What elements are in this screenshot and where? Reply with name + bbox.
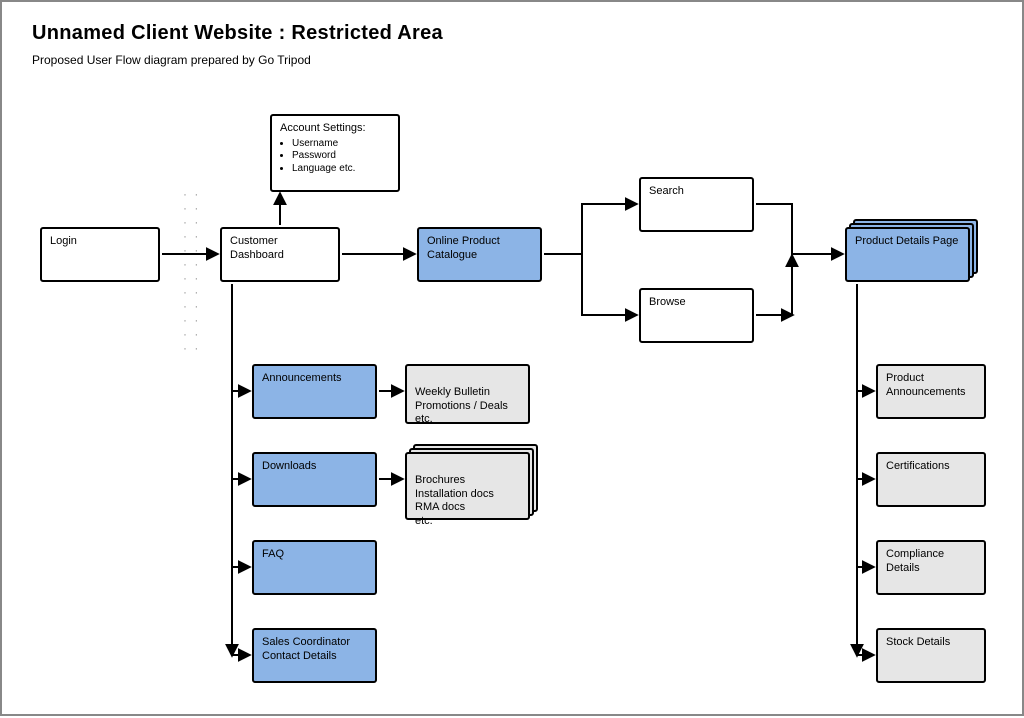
list-item: Language etc.	[292, 163, 390, 176]
box-downloads: Downloads	[252, 452, 377, 507]
box-label: Online Product Catalogue	[427, 235, 500, 261]
box-login: Login	[40, 227, 160, 282]
page-title: Unnamed Client Website : Restricted Area	[32, 22, 992, 45]
box-announcements: Announcements	[252, 364, 377, 419]
divider-dots: · ·· ·· ·· ·· ·· ·· ·· ·· ·· ·· ·· ·	[183, 187, 200, 355]
box-account-settings: Account Settings: Username Password Lang…	[270, 114, 400, 192]
box-label: Customer Dashboard	[230, 235, 284, 261]
box-certifications: Certifications	[876, 452, 986, 507]
box-label: FAQ	[262, 548, 284, 560]
arrows-layer	[2, 2, 1024, 718]
box-label: Sales Coordinator Contact Details	[262, 636, 350, 662]
box-customer-dashboard: Customer Dashboard	[220, 227, 340, 282]
box-weekly-bulletin: Weekly Bulletin Promotions / Deals etc.	[405, 364, 530, 424]
box-sales-coordinator: Sales Coordinator Contact Details	[252, 628, 377, 683]
box-label: Browse	[649, 296, 686, 308]
page-subtitle: Proposed User Flow diagram prepared by G…	[32, 53, 992, 67]
box-compliance: Compliance Details	[876, 540, 986, 595]
box-label: Search	[649, 185, 684, 197]
box-label: Compliance Details	[886, 548, 944, 574]
box-label: Product Announcements	[886, 372, 966, 398]
box-search: Search	[639, 177, 754, 232]
box-label: Brochures Installation docs RMA docs etc…	[415, 474, 494, 527]
box-catalogue: Online Product Catalogue	[417, 227, 542, 282]
box-label: Weekly Bulletin Promotions / Deals etc.	[415, 386, 508, 426]
box-stock: Stock Details	[876, 628, 986, 683]
account-settings-list: Username Password Language etc.	[292, 138, 390, 176]
box-label: Login	[50, 235, 77, 247]
list-item: Password	[292, 150, 390, 163]
box-heading: Account Settings:	[280, 122, 390, 136]
box-label: Certifications	[886, 460, 950, 472]
box-faq: FAQ	[252, 540, 377, 595]
box-browse: Browse	[639, 288, 754, 343]
box-product-announcements: Product Announcements	[876, 364, 986, 419]
box-label: Product Details Page	[855, 235, 958, 247]
box-label: Stock Details	[886, 636, 950, 648]
list-item: Username	[292, 138, 390, 151]
box-label: Announcements	[262, 372, 342, 384]
diagram-frame: Unnamed Client Website : Restricted Area…	[0, 0, 1024, 716]
box-label: Downloads	[262, 460, 316, 472]
